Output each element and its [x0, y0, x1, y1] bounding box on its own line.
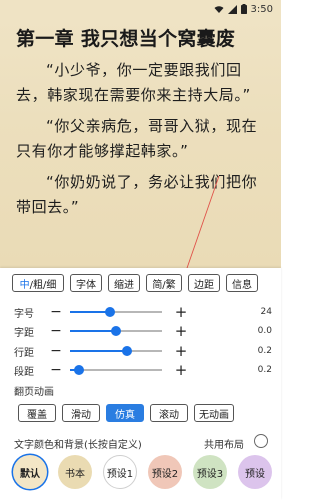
- increase-button[interactable]: +: [174, 344, 188, 359]
- battery-icon: [240, 4, 247, 14]
- decrease-button[interactable]: −: [48, 324, 64, 338]
- slider-thumb[interactable]: [104, 307, 115, 317]
- font-size-slider-row: 字号 − + 24: [14, 304, 272, 320]
- preset-1[interactable]: 预设1: [103, 455, 137, 489]
- chapter-body: “小少爷，你一定要跟我们回去，韩家现在需要你来主持大局。” “你父亲病危，哥哥入…: [16, 58, 268, 226]
- status-bar: 3:50: [0, 0, 281, 18]
- font-weight-active: 中: [19, 279, 30, 291]
- slider-track[interactable]: [70, 346, 162, 356]
- margin-button[interactable]: 边距: [188, 274, 220, 292]
- letter-spacing-slider-row: 字距 − + 0.0: [14, 323, 272, 339]
- color-bg-label: 文字颜色和背景(长按自定义): [14, 440, 142, 451]
- slider-thumb[interactable]: [122, 346, 133, 356]
- preset-3[interactable]: 预设3: [193, 455, 227, 489]
- anim-cover-button[interactable]: 覆盖: [18, 404, 56, 422]
- slider-track[interactable]: [70, 326, 162, 336]
- increase-button[interactable]: +: [174, 363, 188, 378]
- preset-4[interactable]: 预设: [238, 455, 272, 489]
- shared-layout-checkbox[interactable]: [254, 434, 268, 448]
- slider-thumb[interactable]: [74, 365, 85, 375]
- decrease-button[interactable]: −: [48, 344, 64, 358]
- line-spacing-slider-row: 行距 − + 0.2: [14, 343, 272, 359]
- slider-value: 0.0: [257, 326, 272, 336]
- slider-label: 字号: [14, 308, 34, 320]
- anim-none-button[interactable]: 无动画: [194, 404, 234, 422]
- anim-scroll-button[interactable]: 滚动: [150, 404, 188, 422]
- slider-track[interactable]: [70, 307, 162, 317]
- style-toolbar: 中/粗/细 字体 缩进 简/繁 边距 信息: [12, 274, 258, 292]
- paragraph: “你奶奶说了，务必让我们把你带回去。”: [16, 173, 258, 216]
- reading-page[interactable]: 第一章 我只想当个窝囊废 “小少爷，你一定要跟我们回去，韩家现在需要你来主持大局…: [0, 18, 281, 268]
- anim-simulation-button[interactable]: 仿真: [106, 404, 144, 422]
- font-weight-button[interactable]: 中/粗/细: [12, 274, 64, 292]
- page-animation-label: 翻页动画: [14, 387, 54, 398]
- preset-default[interactable]: 默认: [13, 455, 47, 489]
- increase-button[interactable]: +: [174, 324, 188, 339]
- slider-label: 行距: [14, 347, 34, 359]
- slider-label: 段距: [14, 366, 34, 378]
- preset-book[interactable]: 书本: [58, 455, 92, 489]
- read-settings-panel: 中/粗/细 字体 缩进 简/繁 边距 信息 字号 − + 24 字距 − + 0…: [0, 268, 281, 500]
- slider-thumb[interactable]: [111, 326, 121, 336]
- decrease-button[interactable]: −: [48, 305, 64, 319]
- slider-track[interactable]: [70, 365, 162, 375]
- wifi-icon: [214, 5, 224, 13]
- info-button[interactable]: 信息: [226, 274, 258, 292]
- simplified-traditional-button[interactable]: 简/繁: [146, 274, 182, 292]
- color-presets: 默认 书本 预设1 预设2 预设3 预设: [13, 455, 272, 489]
- page-animation-options: 覆盖 滑动 仿真 滚动 无动画: [18, 404, 234, 422]
- shared-layout-label: 共用布局: [204, 440, 244, 451]
- font-button[interactable]: 字体: [70, 274, 102, 292]
- slider-value: 24: [260, 307, 272, 317]
- preset-2[interactable]: 预设2: [148, 455, 182, 489]
- increase-button[interactable]: +: [174, 305, 188, 320]
- anim-slide-button[interactable]: 滑动: [62, 404, 100, 422]
- slider-label: 字距: [14, 327, 34, 339]
- chapter-title: 第一章 我只想当个窝囊废: [16, 28, 236, 50]
- paragraph: “你父亲病危，哥哥入狱，现在只有你才能够撑起韩家。”: [16, 117, 258, 160]
- slider-value: 0.2: [257, 346, 272, 356]
- slider-value: 0.2: [257, 365, 272, 375]
- paragraph: “小少爷，你一定要跟我们回去，韩家现在需要你来主持大局。”: [16, 61, 251, 104]
- paragraph-spacing-slider-row: 段距 − + 0.2: [14, 362, 272, 378]
- font-weight-options: /粗/细: [29, 279, 57, 291]
- signal-icon: [227, 4, 237, 14]
- decrease-button[interactable]: −: [48, 363, 64, 377]
- status-icons: 3:50: [214, 4, 273, 15]
- indent-button[interactable]: 缩进: [108, 274, 140, 292]
- status-time: 3:50: [250, 3, 273, 15]
